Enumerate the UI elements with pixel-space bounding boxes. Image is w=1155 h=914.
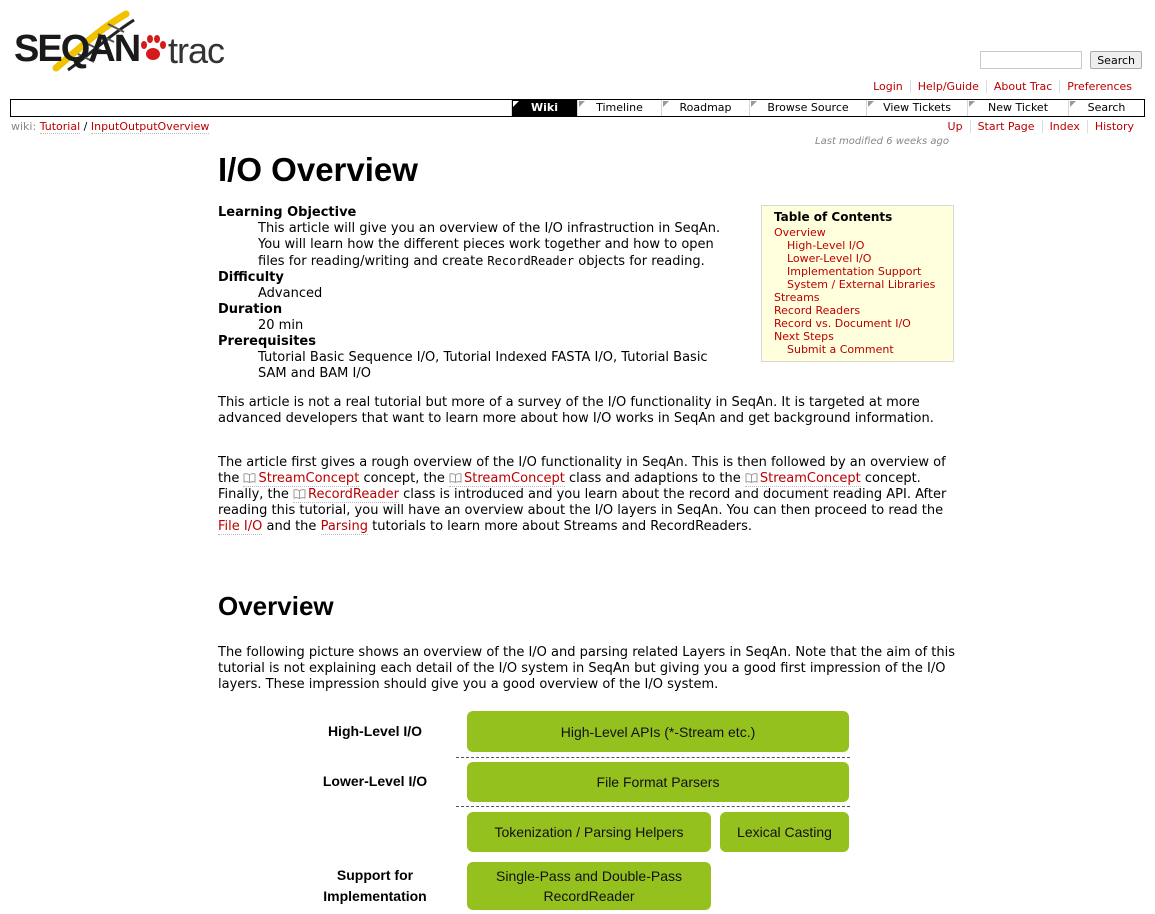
- recordreader-link[interactable]: RecordReader: [293, 487, 399, 503]
- seqan-wordmark: SEQAN: [14, 28, 141, 71]
- breadcrumb-tutorial-link[interactable]: Tutorial: [39, 120, 81, 134]
- box-recordreader-line2: RecordReader: [543, 888, 635, 904]
- tutorial-metadata: Learning Objective This article will giv…: [218, 205, 738, 382]
- box-high-level-apis: High-Level APIs (*-Stream etc.): [467, 711, 849, 752]
- label-implementation: Implementation: [323, 888, 427, 904]
- logo-seq-text: SEQ: [14, 28, 90, 70]
- intro-paragraph: This article is not a real tutorial but …: [218, 395, 934, 426]
- toc-link-implementation-support[interactable]: Implementation Support: [774, 265, 941, 278]
- seqan-trac-logo[interactable]: SEQAN trac: [14, 10, 234, 72]
- duration-value: 20 min: [258, 318, 304, 333]
- login-link[interactable]: Login: [866, 80, 910, 93]
- trac-wordmark: trac: [168, 30, 225, 71]
- tab-search[interactable]: Search: [1068, 100, 1144, 116]
- para-text: concept, the: [363, 471, 445, 486]
- link-text: StreamConcept: [759, 471, 861, 486]
- meta-navigation: Login Help/Guide About Trac Preferences: [866, 80, 1139, 93]
- toc-link-lower-level-io[interactable]: Lower-Level I/O: [774, 252, 941, 265]
- help-guide-link[interactable]: Help/Guide: [909, 80, 986, 93]
- toc-link-streams[interactable]: Streams: [774, 291, 941, 304]
- breadcrumb-prefix: wiki:: [11, 120, 37, 133]
- page-title: I/O Overview: [218, 151, 418, 188]
- paw-icon: [141, 35, 166, 60]
- toc-link-record-readers[interactable]: Record Readers: [774, 304, 941, 317]
- book-icon: [293, 489, 306, 499]
- toc-title: Table of Contents: [774, 210, 893, 224]
- tab-view-tickets[interactable]: View Tickets: [866, 100, 967, 116]
- context-navigation: wiki: Tutorial / InputOutputOverview Up …: [11, 120, 1141, 134]
- index-link[interactable]: Index: [1041, 120, 1087, 133]
- last-modified-label: Last modified: [815, 136, 883, 147]
- label-lower-level-io: Lower-Level I/O: [322, 773, 428, 789]
- breadcrumb: wiki: Tutorial / InputOutputOverview: [11, 120, 210, 134]
- layer-divider: [456, 757, 850, 758]
- label-support-for: Support for: [336, 867, 414, 883]
- parsing-link[interactable]: Parsing: [320, 519, 369, 535]
- toc-link-submit-comment[interactable]: Submit a Comment: [774, 343, 941, 356]
- main-navigation: Wiki Timeline Roadmap Browse Source View…: [10, 99, 1145, 117]
- toc-link-high-level-io[interactable]: High-Level I/O: [774, 239, 941, 252]
- up-link[interactable]: Up: [941, 120, 970, 133]
- table-of-contents: Table of Contents Overview High-Level I/…: [761, 205, 954, 362]
- overview-intro-paragraph: The article first gives a rough overview…: [218, 455, 956, 535]
- para-text: class and adaptions to the: [568, 471, 741, 486]
- io-layers-diagram: High-Level I/O High-Level APIs (*-Stream…: [300, 707, 860, 914]
- history-link[interactable]: History: [1086, 120, 1141, 133]
- objective-code: RecordReader: [487, 254, 575, 268]
- para-text: tutorials to learn more about Streams an…: [372, 519, 753, 534]
- preferences-link[interactable]: Preferences: [1059, 80, 1139, 93]
- last-modified-note: Last modified 6 weeks ago: [815, 136, 949, 147]
- toc-link-record-vs-document-io[interactable]: Record vs. Document I/O: [774, 317, 941, 330]
- search-form: Search: [980, 51, 1142, 69]
- link-text: StreamConcept: [464, 471, 565, 486]
- layer-divider: [456, 806, 850, 807]
- book-icon: [449, 473, 462, 483]
- objective-text-end: objects for reading.: [578, 254, 705, 269]
- link-text: StreamConcept: [258, 471, 360, 486]
- prerequisites-label: Prerequisites: [218, 334, 316, 349]
- book-icon: [745, 473, 758, 483]
- box-tokenization-helpers: Tokenization / Parsing Helpers: [467, 812, 711, 852]
- tab-browse-source[interactable]: Browse Source: [749, 100, 866, 116]
- objective-text: This article will give you an overview o…: [258, 221, 738, 270]
- para-text: and the: [266, 519, 317, 534]
- tab-new-ticket[interactable]: New Ticket: [967, 100, 1068, 116]
- overview-heading: Overview: [218, 591, 334, 621]
- tab-roadmap[interactable]: Roadmap: [661, 100, 749, 116]
- about-trac-link[interactable]: About Trac: [985, 80, 1059, 93]
- prerequisites-value: Tutorial Basic Sequence I/O, Tutorial In…: [258, 350, 708, 381]
- streamconcept-link-1[interactable]: StreamConcept: [243, 471, 360, 487]
- label-high-level-io: High-Level I/O: [327, 723, 423, 739]
- tab-timeline[interactable]: Timeline: [577, 100, 661, 116]
- file-io-link[interactable]: File I/O: [218, 519, 263, 535]
- tab-wiki[interactable]: Wiki: [511, 100, 577, 116]
- search-button[interactable]: Search: [1090, 51, 1142, 69]
- page-context-links: Up Start Page Index History: [941, 120, 1141, 133]
- box-recordreader: Single-Pass and Double-Pass RecordReader: [467, 862, 711, 910]
- box-file-format-parsers: File Format Parsers: [467, 762, 849, 802]
- toc-link-overview[interactable]: Overview: [774, 226, 941, 239]
- logo-an-text: AN: [88, 28, 141, 70]
- book-icon: [243, 473, 256, 483]
- duration-label: Duration: [218, 302, 283, 317]
- streamconcept-link-2[interactable]: StreamConcept: [449, 471, 565, 487]
- toc-link-next-steps[interactable]: Next Steps: [774, 330, 941, 343]
- objective-label: Learning Objective: [218, 205, 357, 220]
- overview-paragraph: The following picture shows an overview …: [218, 645, 956, 692]
- difficulty-label: Difficulty: [218, 270, 284, 285]
- box-lexical-casting: Lexical Casting: [720, 812, 849, 852]
- breadcrumb-current-link[interactable]: InputOutputOverview: [90, 120, 210, 134]
- difficulty-value: Advanced: [258, 286, 323, 301]
- breadcrumb-separator: /: [83, 120, 88, 133]
- box-recordreader-line1: Single-Pass and Double-Pass: [496, 868, 682, 884]
- last-modified-age-link[interactable]: 6 weeks ago: [886, 136, 949, 147]
- toc-link-system-external-libraries[interactable]: System / External Libraries: [774, 278, 941, 291]
- start-page-link[interactable]: Start Page: [969, 120, 1042, 133]
- streamconcept-link-3[interactable]: StreamConcept: [744, 471, 861, 487]
- search-input[interactable]: [980, 51, 1083, 69]
- link-text: RecordReader: [308, 487, 399, 502]
